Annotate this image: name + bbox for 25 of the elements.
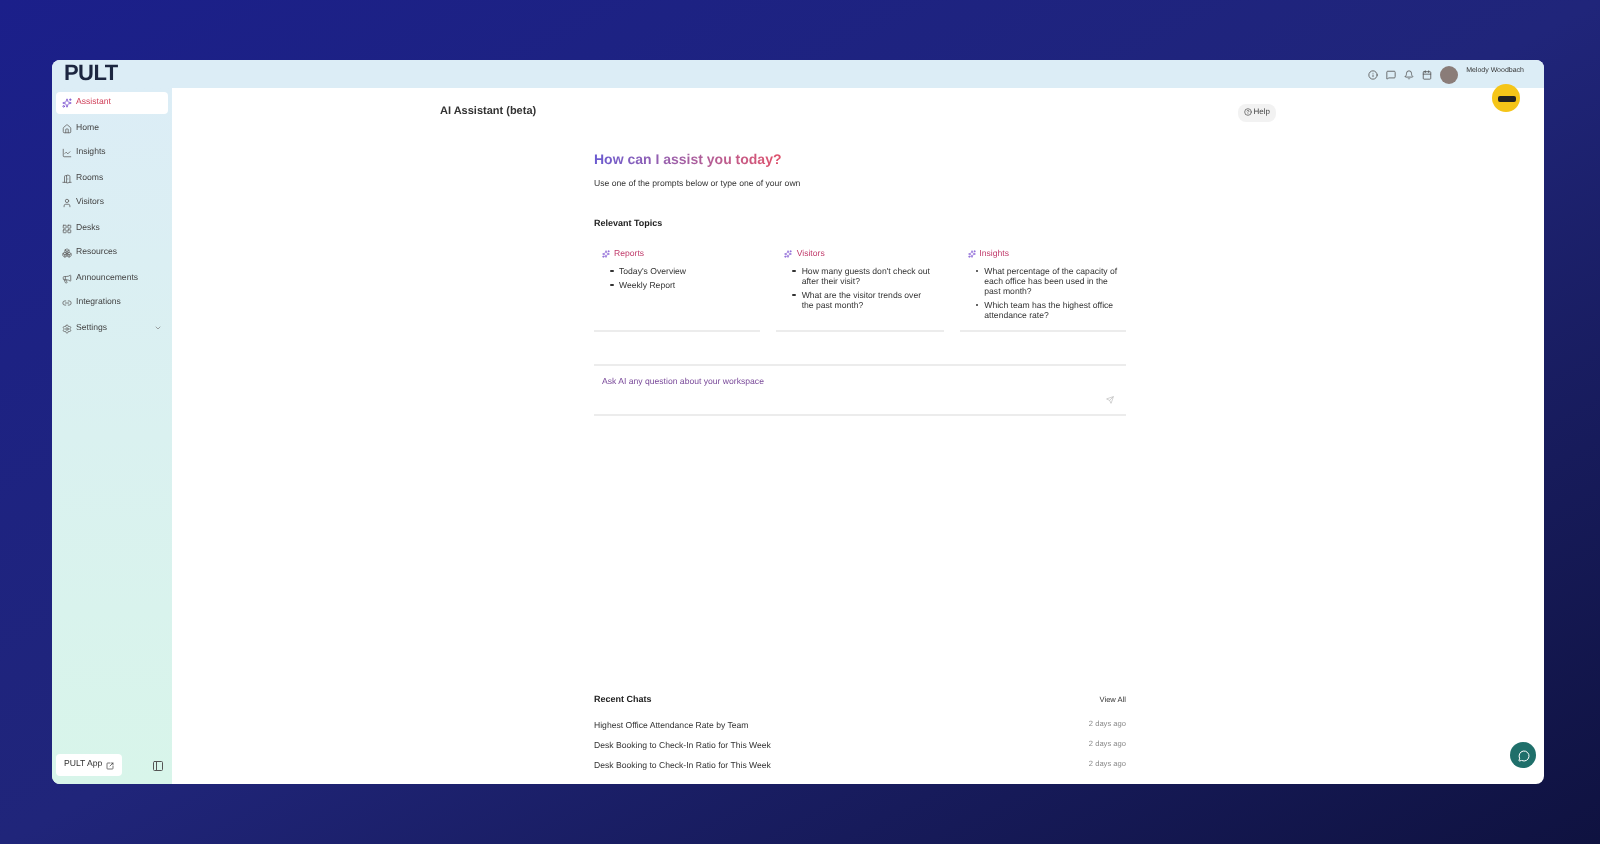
boxes-icon xyxy=(62,248,72,258)
external-link-icon xyxy=(106,761,115,769)
link-icon xyxy=(62,298,72,308)
mascot-icon[interactable] xyxy=(1492,84,1520,112)
bell-icon[interactable] xyxy=(1404,69,1415,79)
home-icon xyxy=(62,123,72,133)
person-icon xyxy=(62,198,72,208)
calendar-icon[interactable] xyxy=(1422,69,1433,79)
sparkle-icon xyxy=(784,249,793,258)
grid-icon xyxy=(62,223,72,233)
settings-icon xyxy=(62,323,72,333)
logo: PULT xyxy=(64,63,118,85)
megaphone-icon xyxy=(62,273,72,283)
chart-icon xyxy=(62,148,72,158)
door-icon xyxy=(62,173,72,183)
chat-bubble-icon xyxy=(1517,749,1529,761)
info-icon[interactable] xyxy=(1368,69,1379,79)
sparkle-icon xyxy=(602,249,610,258)
sparkle-icon xyxy=(967,249,976,258)
help-icon xyxy=(1243,108,1252,116)
avatar-placeholder[interactable] xyxy=(1440,65,1459,83)
chat-icon[interactable] xyxy=(1386,69,1397,79)
panel-toggle-icon[interactable] xyxy=(152,759,164,771)
chat-support-button[interactable] xyxy=(1510,742,1536,768)
sparkle-icon xyxy=(62,98,72,108)
